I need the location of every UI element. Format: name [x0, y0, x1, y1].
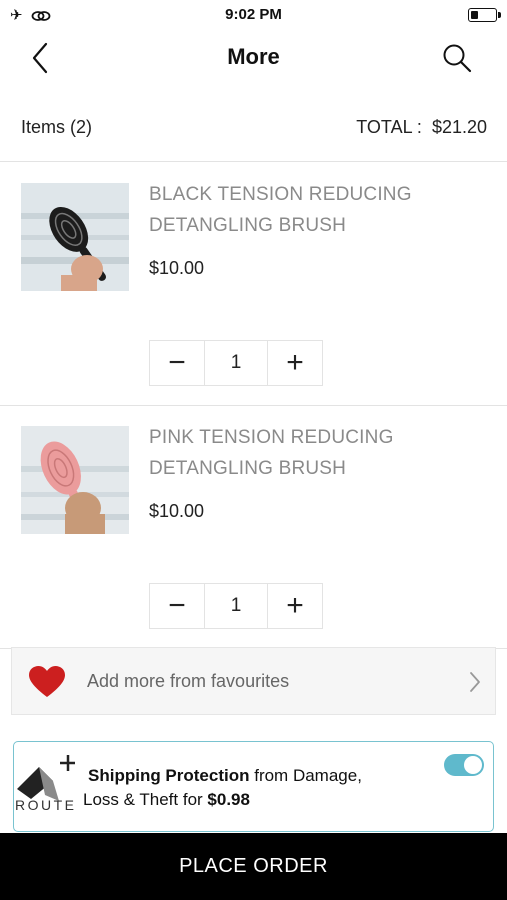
- status-time: 9:02 PM: [225, 6, 282, 23]
- shipping-text-line1: Shipping Protection from Damage,: [88, 766, 362, 785]
- quantity-stepper: − 1 +: [149, 340, 323, 386]
- search-button[interactable]: [441, 42, 473, 74]
- battery-level: [471, 11, 478, 19]
- quantity-value: 1: [204, 584, 268, 628]
- product-name[interactable]: BLACK TENSION REDUCING DETANGLING BRUSH: [149, 179, 479, 241]
- minus-icon: −: [168, 589, 186, 622]
- page-title: More: [227, 44, 280, 69]
- chevron-right-icon: [470, 672, 480, 692]
- search-icon: [443, 44, 472, 73]
- plus-icon: +: [286, 589, 304, 622]
- decrement-button[interactable]: −: [150, 584, 204, 628]
- toggle-knob: [464, 756, 482, 774]
- brush-photo: [21, 183, 129, 291]
- product-image[interactable]: [21, 426, 129, 534]
- route-brand: ROUTE: [15, 797, 77, 813]
- quantity-stepper: − 1 +: [149, 583, 323, 629]
- cart-item: BLACK TENSION REDUCING DETANGLING BRUSH …: [0, 163, 507, 406]
- product-price: $10.00: [149, 501, 205, 521]
- increment-button[interactable]: +: [268, 341, 322, 385]
- increment-button[interactable]: +: [268, 584, 322, 628]
- heart-icon: [29, 666, 65, 697]
- total-label: TOTAL :: [356, 117, 422, 137]
- total-value: $21.20: [431, 117, 487, 137]
- product-image[interactable]: [21, 183, 129, 291]
- cart-total: TOTAL : $21.20: [356, 117, 487, 138]
- items-count: Items (2): [21, 117, 93, 137]
- product-price: $10.00: [149, 258, 205, 278]
- product-name[interactable]: PINK TENSION REDUCING DETANGLING BRUSH: [149, 422, 479, 484]
- place-order-button[interactable]: PLACE ORDER: [0, 833, 507, 900]
- cart-summary: Items (2) TOTAL : $21.20: [0, 100, 507, 162]
- decrement-button[interactable]: −: [150, 341, 204, 385]
- shipping-text-line2: Loss & Theft for $0.98: [83, 790, 250, 809]
- favourites-label: Add more from favourites: [87, 671, 290, 691]
- add-from-favourites-button[interactable]: Add more from favourites: [11, 647, 496, 715]
- cart-item: PINK TENSION REDUCING DETANGLING BRUSH $…: [0, 406, 507, 649]
- shipping-price: $0.98: [207, 790, 250, 809]
- plus-icon: +: [286, 346, 304, 379]
- shipping-protection-card: ROUTE Shipping Protection from Damage, L…: [13, 741, 494, 832]
- minus-icon: −: [168, 346, 186, 379]
- brush-photo: [21, 426, 129, 534]
- quantity-value: 1: [204, 341, 268, 385]
- shipping-protection-toggle[interactable]: [444, 754, 484, 776]
- status-bar: ✈ 9:02 PM: [0, 0, 507, 30]
- battery-icon: [468, 8, 501, 22]
- nav-bar: More: [0, 30, 507, 86]
